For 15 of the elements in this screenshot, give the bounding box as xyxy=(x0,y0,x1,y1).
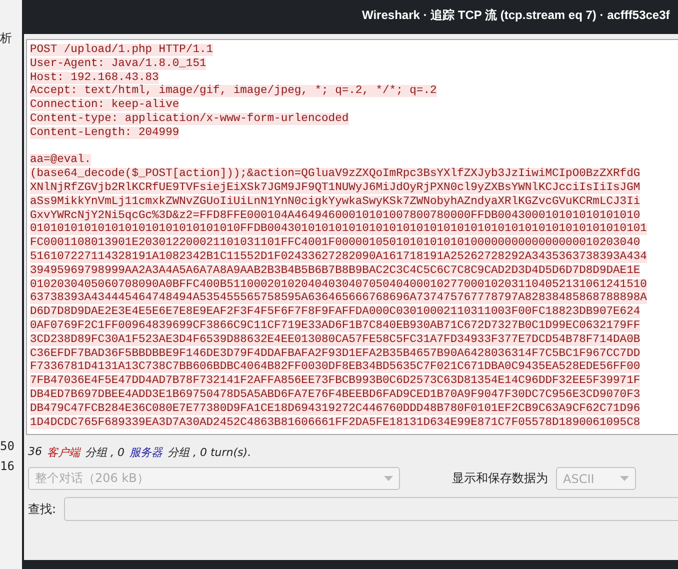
status-text: 客户端 xyxy=(47,445,80,460)
fragment-text: 16 xyxy=(0,459,16,473)
caret-icon xyxy=(620,476,629,481)
caret-icon xyxy=(384,476,393,481)
fragment-text: 析 xyxy=(0,30,13,47)
window-title: Wireshark · 追踪 TCP 流 (tcp.stream eq 7) · acfff53ce3f xyxy=(362,6,670,24)
status-text: 分组 , 0 turn(s). xyxy=(168,445,252,460)
find-field[interactable] xyxy=(64,497,678,521)
find-label: 查找: xyxy=(28,500,56,518)
stream-text-area[interactable] xyxy=(26,39,678,435)
status-text: 分组 , 0 xyxy=(85,445,124,460)
status-text: 服务器 xyxy=(130,445,162,460)
format-label: 显示和保存数据为 xyxy=(452,470,548,487)
status-text: 36 xyxy=(28,445,42,460)
fragment-text: 50 xyxy=(0,439,16,453)
